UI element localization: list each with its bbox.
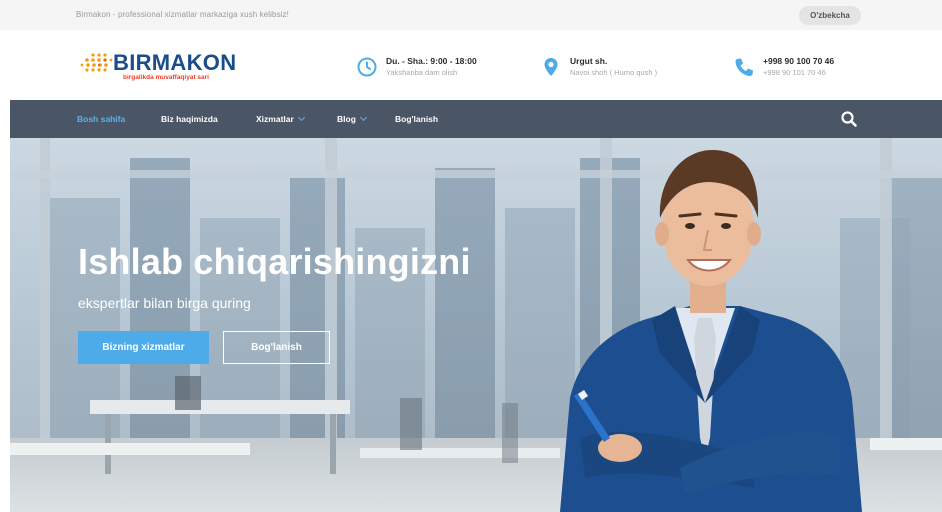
nav-item-contact[interactable]: Bog'lanish — [395, 114, 438, 124]
nav-item-services-label: Xizmatlar — [256, 114, 294, 124]
phone-secondary[interactable]: +998 90 101 70 46 — [763, 68, 826, 77]
logo-tagline: birgalikda muvaffaqiyat sari — [123, 74, 209, 81]
nav-item-blog-label: Blog — [337, 114, 356, 124]
chevron-down-icon — [359, 113, 367, 122]
hours-text: Du. - Sha.: 9:00 - 18:00 — [386, 56, 477, 66]
hero-subtitle: ekspertlar bilan birga quring — [78, 295, 251, 311]
nav-item-blog[interactable]: Blog — [337, 113, 367, 124]
phone-primary[interactable]: +998 90 100 70 46 — [763, 56, 834, 66]
phone-icon — [735, 58, 753, 76]
clock-icon — [357, 57, 377, 77]
services-button[interactable]: Bizning xizmatlar — [78, 331, 209, 364]
welcome-text: Birmakon - professional xizmatlar markaz… — [76, 10, 289, 19]
language-switcher-button[interactable]: O'zbekcha — [799, 6, 861, 25]
nav-item-home[interactable]: Bosh sahifa — [77, 114, 125, 124]
hours-note: Yakshanba dam olish — [386, 68, 458, 77]
contact-button[interactable]: Bog'lanish — [223, 331, 330, 364]
map-pin-icon — [544, 58, 558, 76]
businessman-image — [560, 150, 862, 512]
hero-banner: Ishlab chiqarishingizni ekspertlar bilan… — [10, 138, 942, 512]
working-hours: Du. - Sha.: 9:00 - 18:00 Yakshanba dam o… — [356, 54, 526, 84]
site-header: BIRMAKON birgalikda muvaffaqiyat sari Du… — [0, 30, 942, 100]
logo-wordmark: BIRMAKON — [113, 50, 237, 75]
nav-item-services[interactable]: Xizmatlar — [256, 113, 305, 124]
main-navigation: Bosh sahifa Biz haqimizda Xizmatlar Blog… — [10, 100, 942, 138]
nav-item-about[interactable]: Biz haqimizda — [161, 114, 218, 124]
top-bar: Birmakon - professional xizmatlar markaz… — [0, 0, 942, 30]
site-logo[interactable]: BIRMAKON birgalikda muvaffaqiyat sari — [79, 50, 239, 86]
address: Urgut sh. Navoi shoh ( Humo qush ) — [540, 54, 710, 84]
chevron-down-icon — [297, 113, 305, 122]
logo-dots-icon — [80, 53, 113, 72]
search-icon[interactable] — [840, 110, 858, 128]
hero-title: Ishlab chiqarishingizni — [78, 241, 471, 282]
address-street: Navoi shoh ( Humo qush ) — [570, 68, 658, 77]
address-city: Urgut sh. — [570, 56, 608, 66]
phone-contact: +998 90 100 70 46 +998 90 101 70 46 — [733, 54, 883, 84]
